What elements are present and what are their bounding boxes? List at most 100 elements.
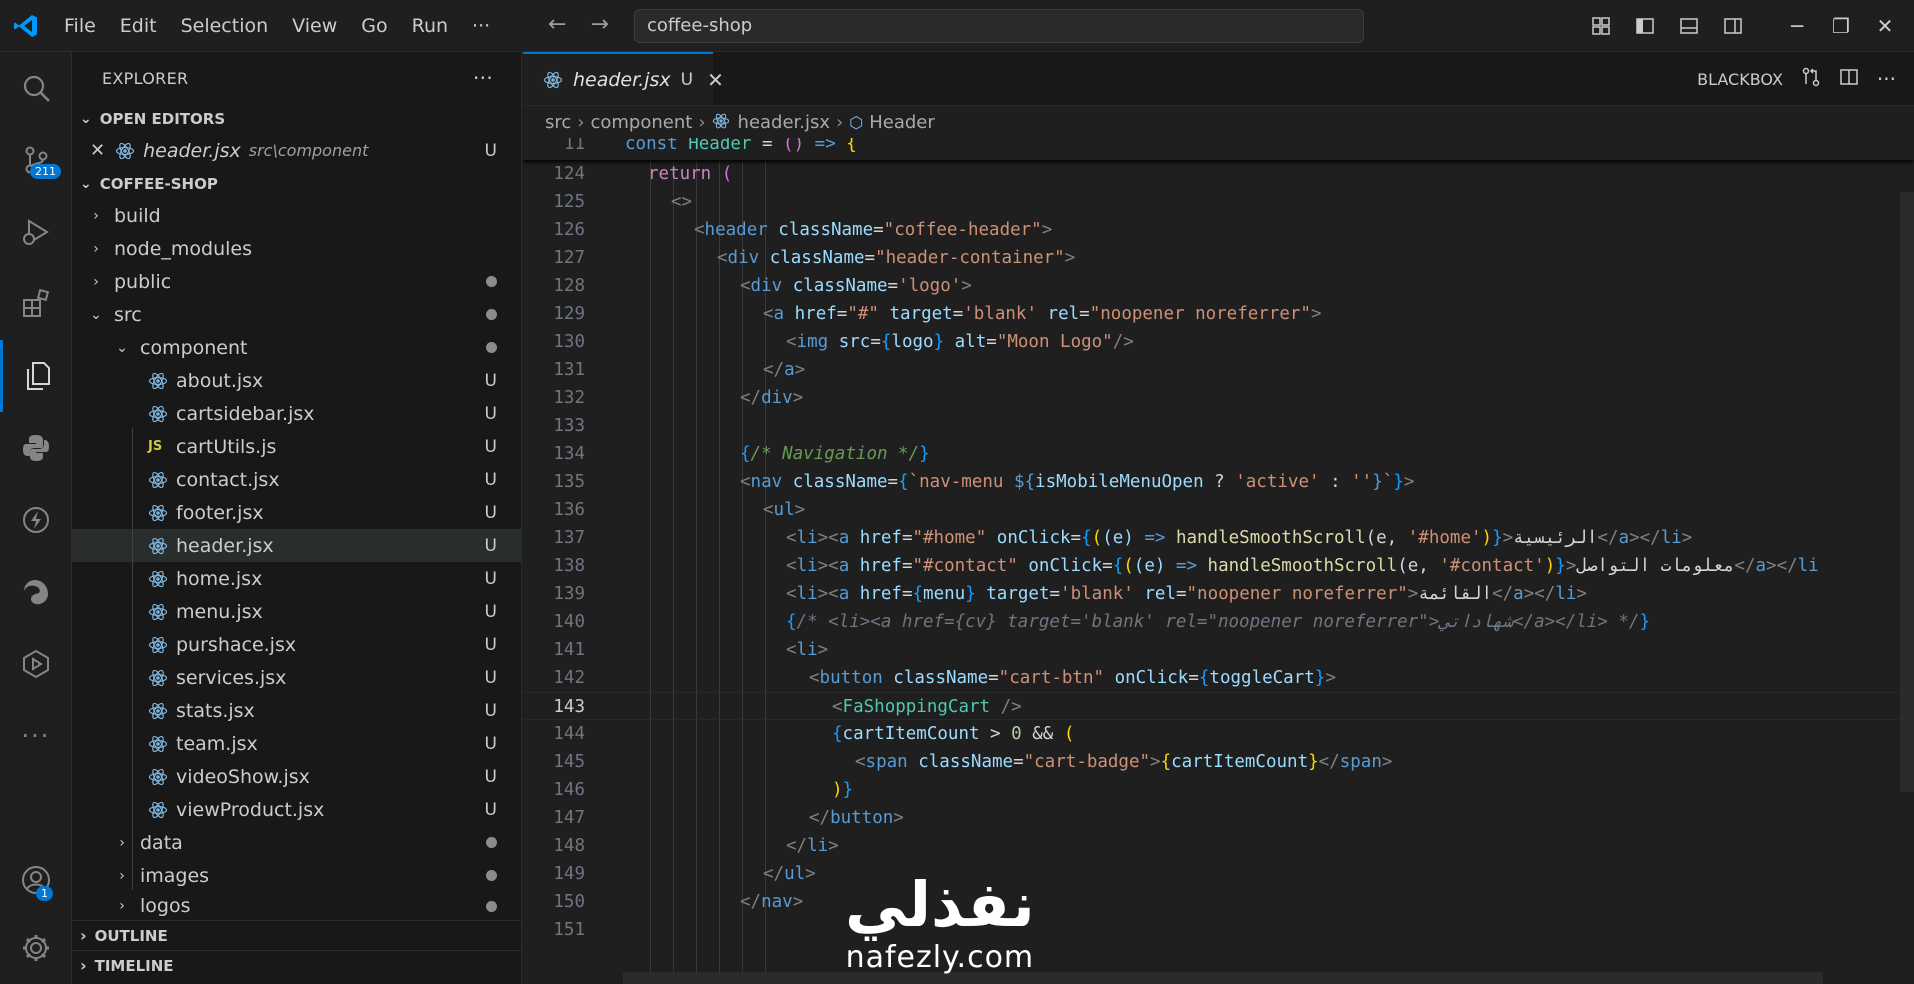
back-arrow-icon[interactable]: ← bbox=[548, 12, 566, 37]
code-line[interactable]: 125 <> bbox=[523, 188, 1914, 216]
close-icon[interactable]: ✕ bbox=[90, 140, 105, 161]
menu-edit[interactable]: Edit bbox=[108, 0, 169, 52]
blackbox-button[interactable]: BLACKBOX bbox=[1697, 70, 1783, 89]
code-line[interactable]: 131 </a> bbox=[523, 356, 1914, 384]
breadcrumb-symbol[interactable]: Header bbox=[869, 112, 935, 133]
minimize-icon[interactable]: ─ bbox=[1786, 14, 1808, 38]
code-line[interactable]: 124 return ( bbox=[523, 160, 1914, 188]
folder-logos[interactable]: › logos bbox=[72, 892, 521, 920]
folder-images[interactable]: › images bbox=[72, 859, 521, 892]
code-line[interactable]: 137 <li><a href="#home" onClick={((e) => … bbox=[523, 524, 1914, 552]
menu-go[interactable]: Go bbox=[349, 0, 399, 52]
folder-build[interactable]: › build bbox=[72, 199, 521, 232]
edge-browser-icon[interactable] bbox=[0, 556, 72, 628]
open-editor-item[interactable]: ✕ header.jsx src\component U bbox=[72, 134, 521, 167]
code-line[interactable]: 130 <img src={logo} alt="Moon Logo"/> bbox=[523, 328, 1914, 356]
restore-icon[interactable]: ❐ bbox=[1830, 14, 1852, 38]
file-item[interactable]: videoShow.jsx U bbox=[72, 760, 521, 793]
source-control-icon[interactable]: 211 bbox=[0, 124, 72, 196]
compare-changes-icon[interactable] bbox=[1801, 67, 1821, 91]
folder-public[interactable]: › public bbox=[72, 265, 521, 298]
code-line[interactable]: 128 <div className='logo'> bbox=[523, 272, 1914, 300]
code-line[interactable]: 142 <button className="cart-btn" onClick=… bbox=[523, 664, 1914, 692]
file-item[interactable]: JS cartUtils.js U bbox=[72, 430, 521, 463]
code-line[interactable]: 126 <header className="coffee-header"> bbox=[523, 216, 1914, 244]
breadcrumb-component[interactable]: component bbox=[590, 112, 692, 133]
file-item[interactable]: home.jsx U bbox=[72, 562, 521, 595]
sticky-scroll-line[interactable]: 11 const Header = () => { bbox=[523, 138, 1914, 160]
extensions-icon[interactable] bbox=[0, 268, 72, 340]
customize-layout-icon[interactable] bbox=[1590, 15, 1612, 37]
project-section[interactable]: ⌄ COFFEE-SHOP bbox=[72, 169, 521, 199]
code-editor[interactable]: 123};124return (125<>126<header classNam… bbox=[523, 138, 1914, 984]
file-item[interactable]: about.jsx U bbox=[72, 364, 521, 397]
remote-explorer-icon[interactable] bbox=[0, 628, 72, 700]
breadcrumb-file[interactable]: header.jsx bbox=[738, 112, 831, 133]
folder-data[interactable]: › data bbox=[72, 826, 521, 859]
explorer-icon[interactable] bbox=[0, 340, 72, 412]
folder-src[interactable]: ⌄ src bbox=[72, 298, 521, 331]
file-item[interactable]: footer.jsx U bbox=[72, 496, 521, 529]
file-item[interactable]: services.jsx U bbox=[72, 661, 521, 694]
toggle-primary-sidebar-icon[interactable] bbox=[1634, 15, 1656, 37]
code-line[interactable]: 135 <nav className={`nav-menu ${isMobileM… bbox=[523, 468, 1914, 496]
explorer-more-actions[interactable]: ··· bbox=[473, 66, 493, 90]
menu-more[interactable]: ··· bbox=[460, 0, 502, 52]
code-line[interactable]: 138 <li><a href="#contact" onClick={((e) … bbox=[523, 552, 1914, 580]
search-icon[interactable] bbox=[0, 52, 72, 124]
vertical-scrollbar[interactable] bbox=[1900, 192, 1914, 792]
toggle-panel-icon[interactable] bbox=[1678, 15, 1700, 37]
split-editor-icon[interactable] bbox=[1839, 67, 1859, 91]
file-item[interactable]: purshace.jsx U bbox=[72, 628, 521, 661]
code-line[interactable]: 140 {/* <li><a href={cv} target='blank' r… bbox=[523, 608, 1914, 636]
close-tab-icon[interactable]: ✕ bbox=[707, 68, 724, 92]
code-line[interactable]: 143 <FaShoppingCart /> bbox=[523, 692, 1914, 720]
menu-selection[interactable]: Selection bbox=[169, 0, 281, 52]
file-item[interactable]: menu.jsx U bbox=[72, 595, 521, 628]
code-line[interactable]: 139 <li><a href={menu} target='blank' rel… bbox=[523, 580, 1914, 608]
accounts-icon[interactable]: 1 bbox=[0, 844, 72, 916]
code-line[interactable]: 134 {/* Navigation */} bbox=[523, 440, 1914, 468]
code-line[interactable]: 133 bbox=[523, 412, 1914, 440]
timeline-section[interactable]: › TIMELINE bbox=[72, 950, 521, 980]
menu-view[interactable]: View bbox=[280, 0, 349, 52]
code-line[interactable]: 129 <a href="#" target='blank' rel="noope… bbox=[523, 300, 1914, 328]
python-icon[interactable] bbox=[0, 412, 72, 484]
code-line[interactable]: 146)} bbox=[523, 776, 1914, 804]
code-line[interactable]: 127 <div className="header-container"> bbox=[523, 244, 1914, 272]
lightning-icon[interactable] bbox=[0, 484, 72, 556]
more-actions-icon[interactable]: ··· bbox=[1877, 67, 1896, 91]
tab-header-jsx[interactable]: header.jsx U ✕ bbox=[523, 52, 724, 105]
file-item[interactable]: header.jsx U bbox=[72, 529, 521, 562]
menu-run[interactable]: Run bbox=[400, 0, 460, 52]
folder-component[interactable]: ⌄ component bbox=[72, 331, 521, 364]
file-item[interactable]: viewProduct.jsx U bbox=[72, 793, 521, 826]
code-line[interactable]: 148 </li> bbox=[523, 832, 1914, 860]
breadcrumb-src[interactable]: src bbox=[545, 112, 571, 133]
file-item[interactable]: contact.jsx U bbox=[72, 463, 521, 496]
file-item[interactable]: cartsidebar.jsx U bbox=[72, 397, 521, 430]
horizontal-scrollbar[interactable] bbox=[623, 972, 1823, 984]
code-line[interactable]: 151 bbox=[523, 916, 1914, 944]
manage-gear-icon[interactable] bbox=[0, 912, 72, 984]
code-line[interactable]: 136 <ul> bbox=[523, 496, 1914, 524]
code-line[interactable]: 141 <li> bbox=[523, 636, 1914, 664]
run-debug-icon[interactable] bbox=[0, 196, 72, 268]
menu-file[interactable]: File bbox=[52, 0, 108, 52]
outline-section[interactable]: › OUTLINE bbox=[72, 920, 521, 950]
toggle-secondary-sidebar-icon[interactable] bbox=[1722, 15, 1744, 37]
forward-arrow-icon[interactable]: → bbox=[590, 12, 608, 37]
more-views-icon[interactable]: ··· bbox=[0, 700, 72, 772]
command-center-search[interactable]: coffee-shop bbox=[634, 9, 1364, 43]
code-line[interactable]: 145 <span className="cart-badge">{cartIte… bbox=[523, 748, 1914, 776]
code-line[interactable]: 132 </div> bbox=[523, 384, 1914, 412]
code-line[interactable]: 149 </ul> bbox=[523, 860, 1914, 888]
file-item[interactable]: team.jsx U bbox=[72, 727, 521, 760]
code-line[interactable]: 147 </button> bbox=[523, 804, 1914, 832]
code-line[interactable]: 150 </nav> bbox=[523, 888, 1914, 916]
close-window-icon[interactable]: ✕ bbox=[1874, 14, 1896, 38]
file-item[interactable]: stats.jsx U bbox=[72, 694, 521, 727]
folder-node-modules[interactable]: › node_modules bbox=[72, 232, 521, 265]
open-editors-section[interactable]: ⌄ OPEN EDITORS bbox=[72, 104, 521, 134]
code-line[interactable]: 144 {cartItemCount > 0 && ( bbox=[523, 720, 1914, 748]
